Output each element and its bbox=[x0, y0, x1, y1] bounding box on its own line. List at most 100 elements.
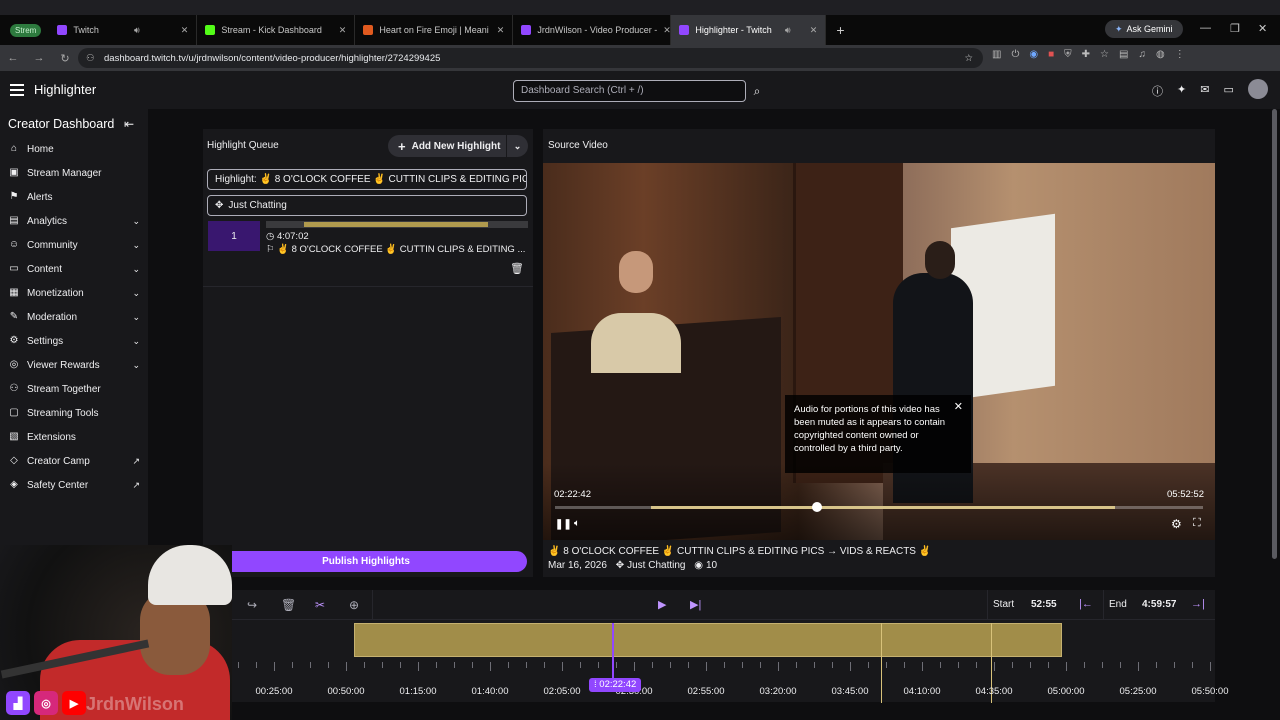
view-count: 10 bbox=[706, 560, 718, 571]
search-icon[interactable]: ⌕ bbox=[746, 80, 768, 102]
gamepad-icon: ✥ bbox=[615, 560, 625, 571]
dashboard-search-input[interactable]: Dashboard Search (Ctrl + /) bbox=[513, 80, 746, 102]
add-marker-icon[interactable]: ⊕ bbox=[349, 598, 359, 612]
close-icon[interactable]: ✕ bbox=[657, 25, 670, 36]
sidebar-item-label: Alerts bbox=[27, 191, 53, 203]
sidebar-item-stream-manager[interactable]: ▣ Stream Manager bbox=[8, 164, 140, 182]
speaker-icon[interactable]: 🔊︎ bbox=[785, 25, 791, 36]
set-start-icon[interactable]: |← bbox=[1079, 598, 1093, 610]
sidebar-item-stream-together[interactable]: ⚇ Stream Together bbox=[8, 380, 140, 398]
sidebar-item-analytics[interactable]: ▤ Analytics ⌄ bbox=[8, 212, 140, 230]
minimize-icon[interactable]: — bbox=[1200, 22, 1211, 34]
window-close-icon[interactable]: ✕ bbox=[1258, 22, 1267, 35]
menu-icon[interactable]: ⋮ bbox=[1175, 49, 1185, 60]
publish-highlights-button[interactable]: Publish Highlights bbox=[205, 551, 527, 572]
audio-extension-icon[interactable]: ◉ bbox=[1029, 49, 1038, 60]
whispers-icon[interactable]: ▭ bbox=[1223, 83, 1233, 99]
sidebar-item-monetization[interactable]: ▦ Monetization ⌄ bbox=[8, 284, 140, 302]
close-icon[interactable]: ✕ bbox=[333, 25, 347, 36]
chevron-down-icon: ⌄ bbox=[132, 263, 140, 274]
set-end-icon[interactable]: →| bbox=[1191, 598, 1205, 610]
profile-icon[interactable]: ◍ bbox=[1156, 49, 1165, 60]
page-scrollbar[interactable] bbox=[1272, 109, 1277, 559]
media-control-icon[interactable]: ♫ bbox=[1138, 49, 1146, 60]
volume-icon[interactable]: 🔈︎ bbox=[574, 518, 580, 529]
pause-icon[interactable]: ❚❚ bbox=[555, 519, 572, 530]
sidebar-item-settings[interactable]: ⚙ Settings ⌄ bbox=[8, 332, 140, 350]
collapse-sidebar-icon[interactable]: ⇤ bbox=[124, 117, 134, 131]
tab-highlighter[interactable]: Highlighter - Twitch 🔊︎ ✕ bbox=[671, 15, 827, 45]
extension-icon[interactable]: ▥ bbox=[992, 49, 1001, 60]
start-time-value[interactable]: 52:55 bbox=[1031, 599, 1057, 610]
new-tab-icon[interactable]: + bbox=[826, 22, 854, 38]
video-category[interactable]: Just Chatting bbox=[627, 560, 685, 571]
avatar[interactable] bbox=[1247, 79, 1268, 99]
sidebar-item-alerts[interactable]: ⚑ Alerts bbox=[8, 188, 140, 206]
page-title: Highlighter bbox=[34, 82, 97, 97]
tab-group-pill[interactable]: Strem bbox=[10, 23, 42, 37]
settings-gear-icon[interactable]: ⚙ bbox=[1171, 517, 1182, 531]
tab-kick-dashboard[interactable]: Stream - Kick Dashboard ✕ bbox=[197, 15, 356, 45]
delete-trash-icon[interactable]: 🗑︎ bbox=[510, 262, 524, 275]
sidebar-item-creator-camp[interactable]: ◇ Creator Camp ↗ bbox=[8, 452, 140, 470]
scissors-icon[interactable]: ✂ bbox=[315, 598, 325, 612]
gemini-icon: ✦ bbox=[1115, 23, 1123, 34]
twitch-favicon-icon bbox=[57, 25, 68, 35]
timeline-tick bbox=[796, 662, 797, 668]
sidebar-item-moderation[interactable]: ✎ Moderation ⌄ bbox=[8, 308, 140, 326]
queue-item-number[interactable]: 1 bbox=[208, 221, 260, 251]
add-new-highlight-button[interactable]: + Add New Highlight ⌄ bbox=[388, 135, 528, 157]
sidebar-item-extensions[interactable]: ▧ Extensions bbox=[8, 428, 140, 446]
sidebar-item-community[interactable]: ☺ Community ⌄ bbox=[8, 236, 140, 254]
reload-icon[interactable]: ↻ bbox=[52, 52, 78, 65]
redo-icon[interactable]: ↪ bbox=[247, 598, 257, 612]
video-player[interactable]: Audio for portions of this video has bee… bbox=[543, 163, 1215, 540]
chevron-down-icon[interactable]: ⌄ bbox=[506, 135, 528, 157]
timeline-tick bbox=[1066, 662, 1067, 671]
timeline-tick bbox=[1048, 662, 1049, 668]
puzzle-icon[interactable]: ✚ bbox=[1082, 49, 1090, 60]
site-info-icon[interactable]: ⚇ bbox=[86, 53, 95, 64]
close-icon[interactable]: ✕ bbox=[491, 25, 505, 36]
tab-video-producer[interactable]: JrdnWilson - Video Producer - ✕ bbox=[513, 15, 672, 45]
highlight-title-field[interactable]: Highlight: ✌ 8 O'CLOCK COFFEE ✌ CUTTIN C… bbox=[207, 169, 527, 190]
back-icon[interactable]: ← bbox=[0, 52, 26, 64]
trash-icon[interactable]: 🗑︎ bbox=[281, 598, 296, 612]
timeline-playhead[interactable] bbox=[612, 623, 614, 685]
reading-list-icon[interactable]: ▤ bbox=[1119, 49, 1128, 60]
skip-to-end-icon[interactable]: ▶| bbox=[690, 598, 701, 611]
maximize-icon[interactable]: ❐ bbox=[1230, 22, 1240, 35]
fullscreen-icon[interactable]: ⛶ bbox=[1193, 517, 1201, 530]
close-icon[interactable]: ✕ bbox=[175, 25, 189, 36]
bookmarks-icon[interactable]: ☆ bbox=[1100, 49, 1109, 60]
sidebar-item-home[interactable]: ⌂ Home bbox=[8, 140, 140, 158]
power-icon[interactable]: ⏻ bbox=[1011, 49, 1019, 60]
chevron-down-icon: ⌄ bbox=[132, 239, 140, 250]
url-field[interactable]: ⚇ dashboard.twitch.tv/u/jrdnwilson/conte… bbox=[78, 48, 983, 68]
close-icon[interactable]: ✕ bbox=[954, 401, 963, 414]
sidebar-item-safety-center[interactable]: ◈ Safety Center ↗ bbox=[8, 476, 140, 494]
help-icon[interactable]: ⓘ bbox=[1152, 83, 1163, 99]
sidebar-item-content[interactable]: ▭ Content ⌄ bbox=[8, 260, 140, 278]
video-scrubber[interactable] bbox=[555, 502, 1203, 512]
category-field[interactable]: ✥ Just Chatting bbox=[207, 195, 527, 216]
highlight-clip-range[interactable] bbox=[354, 623, 1062, 657]
ask-gemini-button[interactable]: ✦ Ask Gemini bbox=[1105, 20, 1183, 38]
recording-extension-icon[interactable]: ■ bbox=[1048, 49, 1054, 60]
close-icon[interactable]: ✕ bbox=[804, 25, 818, 36]
tab-twitch[interactable]: Twitch 🔊︎ ✕ bbox=[49, 15, 198, 45]
tab-heart-on-fire[interactable]: Heart on Fire Emoji | Meani ✕ bbox=[355, 15, 514, 45]
play-icon[interactable]: ▶ bbox=[658, 598, 666, 611]
speaker-icon[interactable]: 🔊︎ bbox=[134, 25, 140, 36]
bookmark-star-icon[interactable]: ☆ bbox=[964, 53, 973, 64]
sidebar-item-viewer-rewards[interactable]: ◎ Viewer Rewards ⌄ bbox=[8, 356, 140, 374]
inbox-icon[interactable]: ✉ bbox=[1200, 83, 1209, 99]
tab-label: Twitch bbox=[73, 25, 99, 35]
shield-icon[interactable]: ⛨ bbox=[1064, 49, 1072, 60]
menu-hamburger-icon[interactable] bbox=[10, 84, 24, 96]
timeline-tick bbox=[346, 662, 347, 671]
sidebar-item-streaming-tools[interactable]: ▢ Streaming Tools bbox=[8, 404, 140, 422]
forward-icon[interactable]: → bbox=[26, 52, 52, 64]
end-time-value[interactable]: 4:59:57 bbox=[1142, 599, 1176, 610]
sparkle-icon[interactable]: ✦ bbox=[1177, 83, 1186, 99]
